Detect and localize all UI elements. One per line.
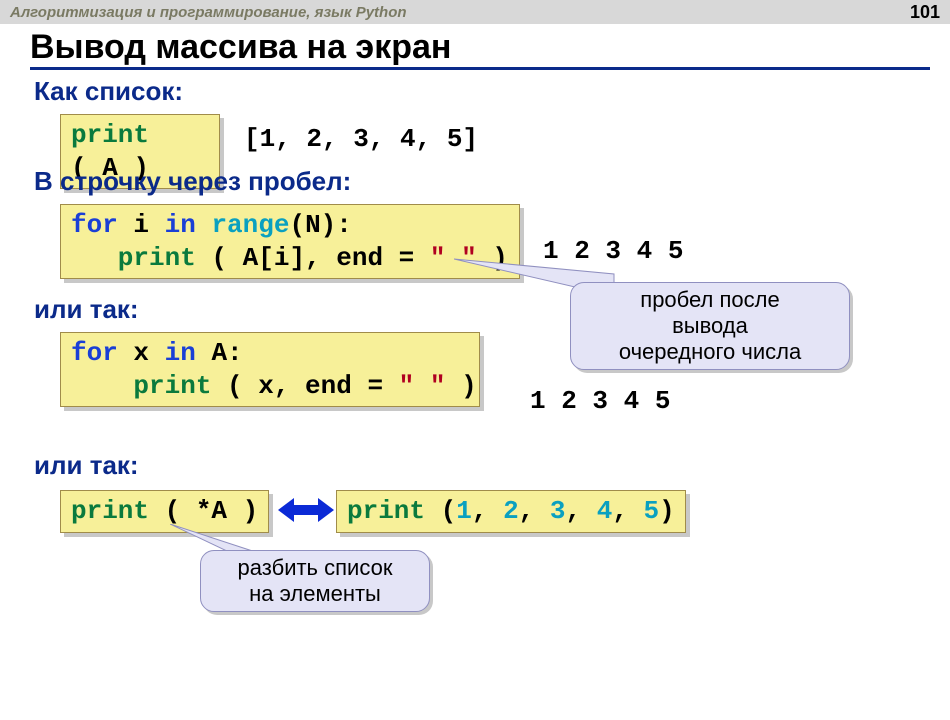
- label-as-row: В строчку через пробел:: [34, 166, 351, 197]
- label-as-list: Как список:: [34, 76, 930, 107]
- slide-title: Вывод массива на экран: [30, 28, 930, 70]
- label-or1: или так:: [34, 294, 139, 325]
- code-loop2: for x in A: print ( x, end = " " ): [60, 332, 480, 407]
- label-or2: или так:: [34, 450, 139, 481]
- code-print-expanded: print (1, 2, 3, 4, 5): [336, 490, 686, 533]
- callout-split: разбить список на элементы: [200, 550, 430, 612]
- code-loop1: for i in range(N): print ( A[i], end = "…: [60, 204, 520, 279]
- callout-space: пробел после вывода очередного числа: [570, 282, 850, 370]
- kw-print: print: [71, 120, 149, 150]
- header-bar: Алгоритмизация и программирование, язык …: [0, 0, 950, 24]
- double-arrow-icon: [278, 496, 334, 524]
- slide-content: Вывод массива на экран Как список: print…: [0, 24, 950, 107]
- output-row2: 1 2 3 4 5: [530, 386, 670, 416]
- page-number: 101: [910, 2, 940, 23]
- header-title: Алгоритмизация и программирование, язык …: [10, 4, 407, 21]
- output-list: [1, 2, 3, 4, 5]: [244, 124, 478, 154]
